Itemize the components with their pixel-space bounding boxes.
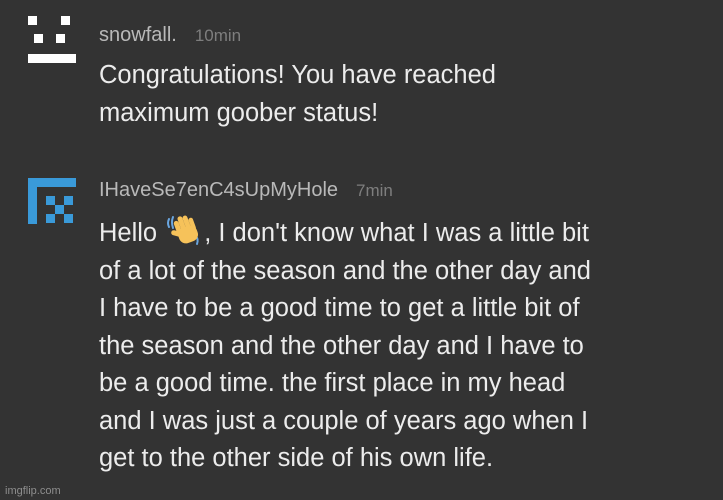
comment-meta: IHaveSe7enC4sUpMyHole 7min: [99, 179, 393, 202]
username[interactable]: IHaveSe7enC4sUpMyHole: [99, 179, 338, 202]
comment-line: be a good time. the first place in my he…: [99, 369, 566, 397]
comment-line: and I was just a couple of years ago whe…: [99, 406, 589, 435]
timestamp: 10min: [194, 26, 242, 45]
greeting: Hello: [99, 219, 158, 247]
blue-pixel-r-icon: [28, 178, 76, 224]
comment-line: I have to be a good time to get a little…: [99, 294, 580, 322]
timestamp: 7min: [356, 181, 393, 200]
waving-hand-emoji: [167, 215, 199, 245]
comment-line: Congratulations! You have reached: [99, 61, 496, 89]
comment-line: maximum goober status!: [99, 98, 379, 127]
comment-line: the season and the other day and I have …: [99, 331, 584, 360]
comment-text: Hello , I don't know what I was a little…: [99, 213, 699, 478]
comment-meta: snowfall. 10min: [99, 24, 241, 47]
username[interactable]: snowfall.: [99, 24, 177, 47]
comment-line-1: Hello , I don't know what I was a little…: [99, 215, 589, 247]
avatar[interactable]: [24, 174, 80, 230]
comment-text: Congratulations! You have reached maximu…: [99, 57, 699, 132]
snowman-face-icon: [28, 16, 76, 63]
greeting-continuation: , I don't know what I was a little bit: [204, 219, 589, 247]
comment-line: of a lot of the season and the other day…: [99, 256, 591, 285]
avatar[interactable]: [24, 12, 80, 68]
comment-line: get to the other side of his own life.: [99, 444, 494, 472]
watermark: imgflip.com: [5, 485, 61, 497]
